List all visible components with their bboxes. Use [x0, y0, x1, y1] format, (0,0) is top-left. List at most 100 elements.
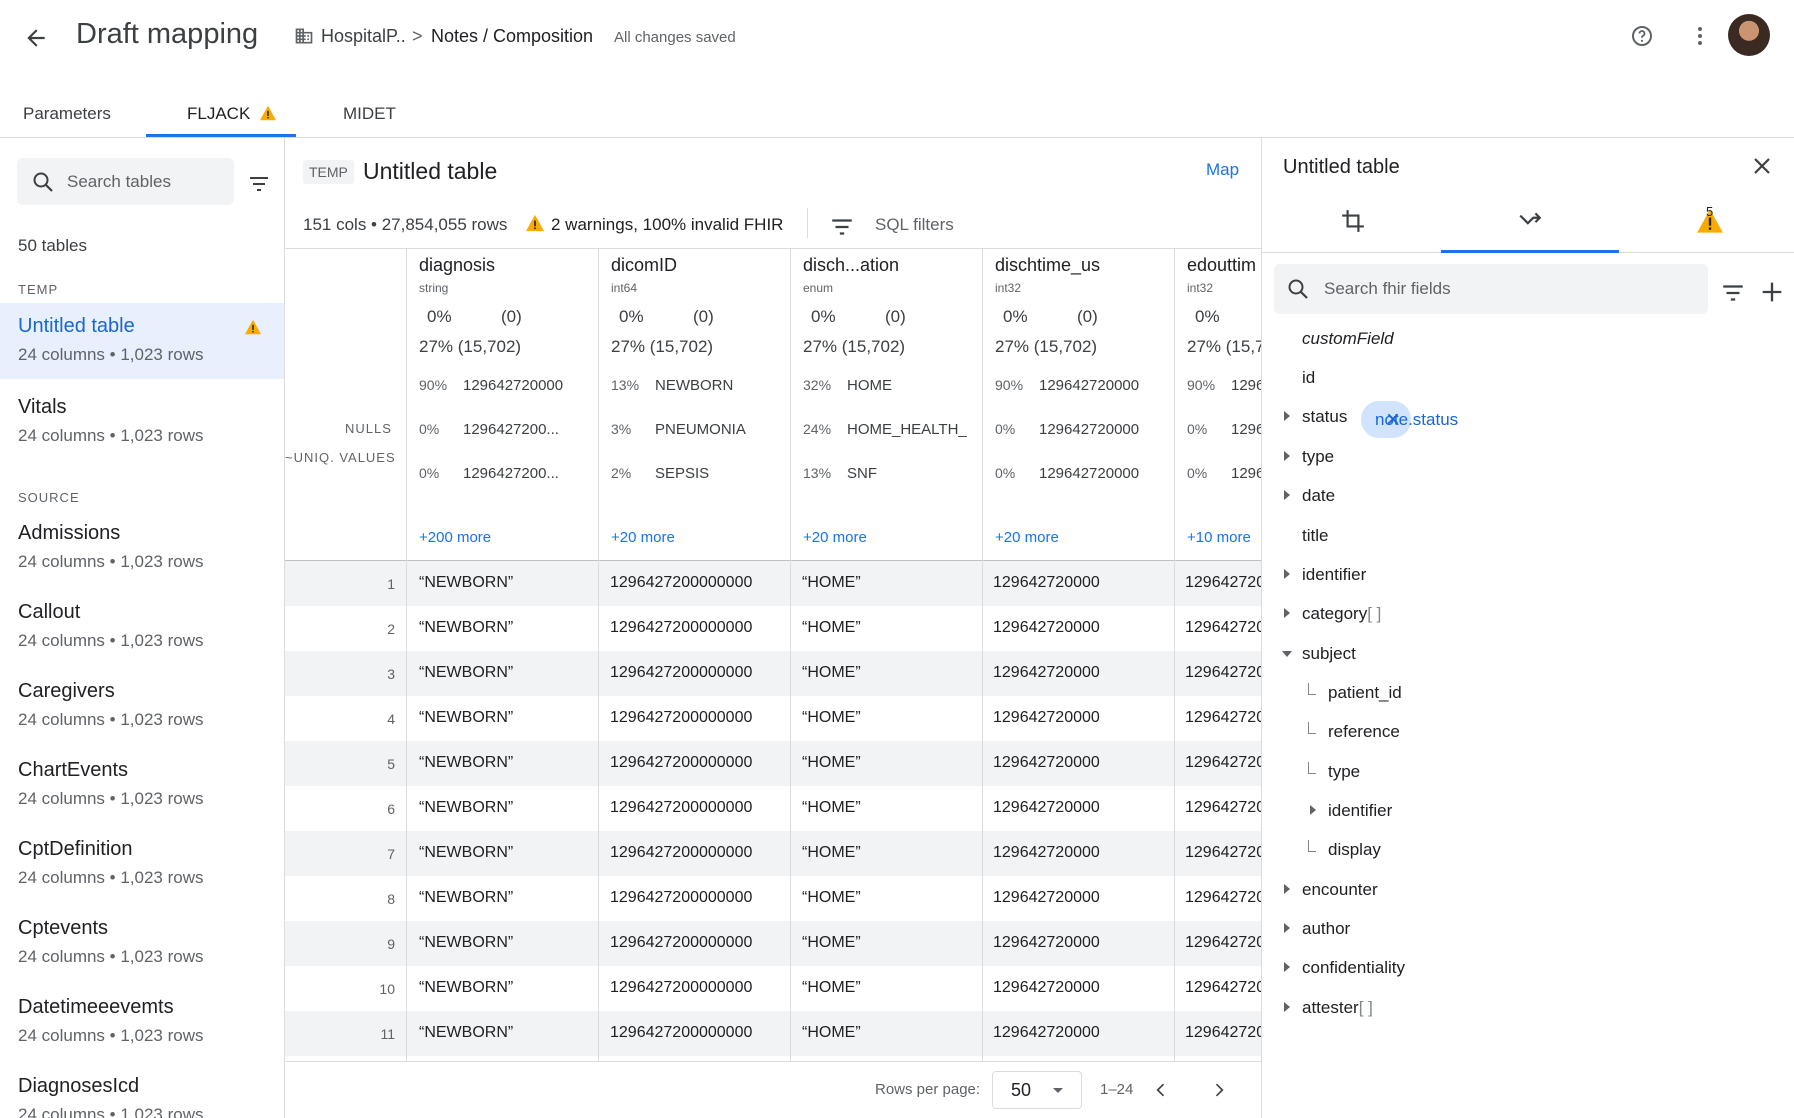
fhir-field-type[interactable]: type: [1262, 438, 1794, 478]
breadcrumb-separator: >: [412, 26, 423, 46]
column-type: string: [419, 281, 449, 295]
table-item-callout[interactable]: Callout 24 columns • 1,023 rows: [0, 595, 284, 667]
fhir-field-confidentiality[interactable]: confidentiality: [1262, 949, 1794, 989]
column-header[interactable]: diagnosis string 0% (0) 27% (15,702) 90%…: [406, 249, 598, 562]
collapse-arrow-icon[interactable]: [1282, 651, 1292, 657]
tab-fljack[interactable]: FLJACK: [187, 104, 277, 126]
breadcrumb-project[interactable]: HospitalP..: [321, 26, 406, 47]
chevron-left-icon[interactable]: [1151, 1080, 1171, 1100]
top-value: 32% HOME: [803, 377, 892, 394]
expand-arrow-icon[interactable]: [1284, 451, 1290, 461]
table-row[interactable]: 4 “NEWBORN” 1296427200000000 “HOME” 12964272…: [285, 696, 1261, 741]
table-item-admissions[interactable]: Admissions 24 columns • 1,023 rows: [0, 516, 284, 588]
column-header[interactable]: dicomID int64 0% (0) 27% (15,702) 13% NEW…: [598, 249, 790, 562]
merge-arrow-icon[interactable]: [1517, 208, 1543, 239]
table-row[interactable]: 7 “NEWBORN” 1296427200000000 “HOME” 12964272…: [285, 831, 1261, 876]
column-name: edouttim: [1187, 255, 1257, 275]
table-meta: 24 columns • 1,023 rows: [18, 345, 204, 364]
top-value: 90%1296: [1187, 377, 1261, 394]
fhir-field-identifier[interactable]: identifier: [1262, 556, 1794, 596]
table-row[interactable]: 9 “NEWBORN” 1296427200000000 “HOME” 12964272…: [285, 921, 1261, 966]
fhir-field-display[interactable]: display: [1262, 831, 1794, 871]
filter-icon[interactable]: [829, 214, 855, 240]
table-item-cptdefinition[interactable]: CptDefinition 24 columns • 1,023 rows: [0, 832, 284, 904]
add-icon[interactable]: [1758, 278, 1786, 306]
field-label: display: [1328, 840, 1381, 859]
fhir-field-attester[interactable]: attester[ ]: [1262, 989, 1794, 1029]
table-row[interactable]: 5 “NEWBORN” 1296427200000000 “HOME” 12964272…: [285, 741, 1261, 786]
fhir-field-author[interactable]: author: [1262, 910, 1794, 950]
fhir-field-customfield[interactable]: customField: [1262, 320, 1794, 360]
more-values-link[interactable]: +20 more: [611, 529, 675, 546]
expand-arrow-icon[interactable]: [1284, 490, 1290, 500]
fhir-field-subject[interactable]: subject: [1262, 635, 1794, 675]
search-fhir-fields-input[interactable]: Search fhir fields: [1274, 264, 1708, 314]
more-values-link[interactable]: +20 more: [803, 529, 867, 546]
mapped-column-chip[interactable]: note.status: [1361, 401, 1458, 438]
avatar[interactable]: [1728, 14, 1770, 56]
table-item-cptevents[interactable]: Cptevents 24 columns • 1,023 rows: [0, 911, 284, 983]
filter-icon[interactable]: [247, 172, 271, 196]
expand-arrow-icon[interactable]: [1284, 923, 1290, 933]
fhir-field-encounter[interactable]: encounter: [1262, 871, 1794, 911]
top-value: 0%1296: [1187, 465, 1261, 482]
tab-midet[interactable]: MIDET: [343, 104, 396, 124]
expand-arrow-icon[interactable]: [1284, 569, 1290, 579]
help-icon[interactable]: [1630, 24, 1654, 48]
table-item-diagnosesicd[interactable]: DiagnosesIcd 24 columns • 1,023 rows: [0, 1069, 284, 1118]
warnings-summary[interactable]: 2 warnings, 100% invalid FHIR: [551, 215, 783, 235]
table-row[interactable]: 3 “NEWBORN” 1296427200000000 “HOME” 12964272…: [285, 651, 1261, 696]
filter-icon[interactable]: [1720, 280, 1746, 306]
column-header[interactable]: edouttim int32 0% 27% (15,7 90%1296 0%12…: [1174, 249, 1261, 562]
rows-per-page-select[interactable]: 50: [992, 1071, 1082, 1109]
fhir-field-category[interactable]: category[ ]: [1262, 595, 1794, 635]
table-item-vitals[interactable]: Vitals 24 columns • 1,023 rows: [0, 390, 284, 462]
expand-arrow-icon[interactable]: [1284, 884, 1290, 894]
field-label: title: [1302, 526, 1329, 545]
close-icon[interactable]: [1385, 411, 1401, 432]
field-label: subject: [1302, 644, 1356, 663]
table-item-caregivers[interactable]: Caregivers 24 columns • 1,023 rows: [0, 674, 284, 746]
table-row[interactable]: 11 “NEWBORN” 1296427200000000 “HOME” 1296427…: [285, 1011, 1261, 1056]
map-button[interactable]: Map: [1206, 160, 1239, 180]
back-arrow-icon[interactable]: [18, 20, 54, 56]
fhir-field-reference[interactable]: reference: [1262, 713, 1794, 753]
table-item-chartevents[interactable]: ChartEvents 24 columns • 1,023 rows: [0, 753, 284, 825]
fhir-field-status[interactable]: status note.status: [1262, 398, 1794, 438]
expand-arrow-icon[interactable]: [1310, 805, 1316, 815]
more-vert-icon[interactable]: [1688, 24, 1712, 48]
expand-arrow-icon[interactable]: [1284, 962, 1290, 972]
table-row[interactable]: 10 “NEWBORN” 1296427200000000 “HOME” 1296427…: [285, 966, 1261, 1011]
more-values-link[interactable]: +200 more: [419, 529, 491, 546]
table-row[interactable]: 1 “NEWBORN” 1296427200000000 “HOME” 12964272…: [285, 561, 1261, 606]
tab-parameters[interactable]: Parameters: [23, 104, 111, 124]
fhir-field-id[interactable]: id: [1262, 359, 1794, 399]
table-row[interactable]: 8 “NEWBORN” 1296427200000000 “HOME” 12964272…: [285, 876, 1261, 921]
chevron-right-icon[interactable]: [1209, 1080, 1229, 1100]
more-values-link[interactable]: +10 more: [1187, 529, 1251, 546]
search-tables-input[interactable]: Search tables: [17, 158, 234, 205]
expand-arrow-icon[interactable]: [1284, 608, 1290, 618]
column-header[interactable]: disch...ation enum 0% (0) 27% (15,702) 3…: [790, 249, 982, 562]
rows-per-page-label: Rows per page:: [875, 1081, 981, 1098]
close-icon[interactable]: [1750, 154, 1774, 178]
page-range: 1–24: [1100, 1081, 1134, 1098]
expand-arrow-icon[interactable]: [1284, 1002, 1290, 1012]
table-title[interactable]: Untitled table: [363, 158, 497, 185]
table-item-untitled[interactable]: Untitled table 24 columns • 1,023 rows: [0, 303, 284, 379]
more-values-link[interactable]: +20 more: [995, 529, 1059, 546]
sql-filters-input[interactable]: SQL filters: [875, 215, 954, 235]
table-name: Datetimeeevemts: [18, 996, 174, 1018]
fhir-field-patient-id[interactable]: patient_id: [1262, 674, 1794, 714]
fhir-field-subject-identifier[interactable]: identifier: [1262, 792, 1794, 832]
column-header[interactable]: dischtime_us int32 0% (0) 27% (15,702) 9…: [982, 249, 1174, 562]
table-row[interactable]: 6 “NEWBORN” 1296427200000000 “HOME” 12964272…: [285, 786, 1261, 831]
fhir-field-title[interactable]: title: [1262, 517, 1794, 557]
crop-icon[interactable]: [1340, 208, 1366, 239]
breadcrumb-current[interactable]: Notes / Composition: [431, 26, 593, 47]
fhir-field-subject-type[interactable]: type: [1262, 753, 1794, 793]
expand-arrow-icon[interactable]: [1284, 411, 1290, 421]
table-row[interactable]: 2 “NEWBORN” 1296427200000000 “HOME” 12964272…: [285, 606, 1261, 651]
fhir-field-date[interactable]: date: [1262, 477, 1794, 517]
table-item-datetimeevents[interactable]: Datetimeeevemts 24 columns • 1,023 rows: [0, 990, 284, 1062]
